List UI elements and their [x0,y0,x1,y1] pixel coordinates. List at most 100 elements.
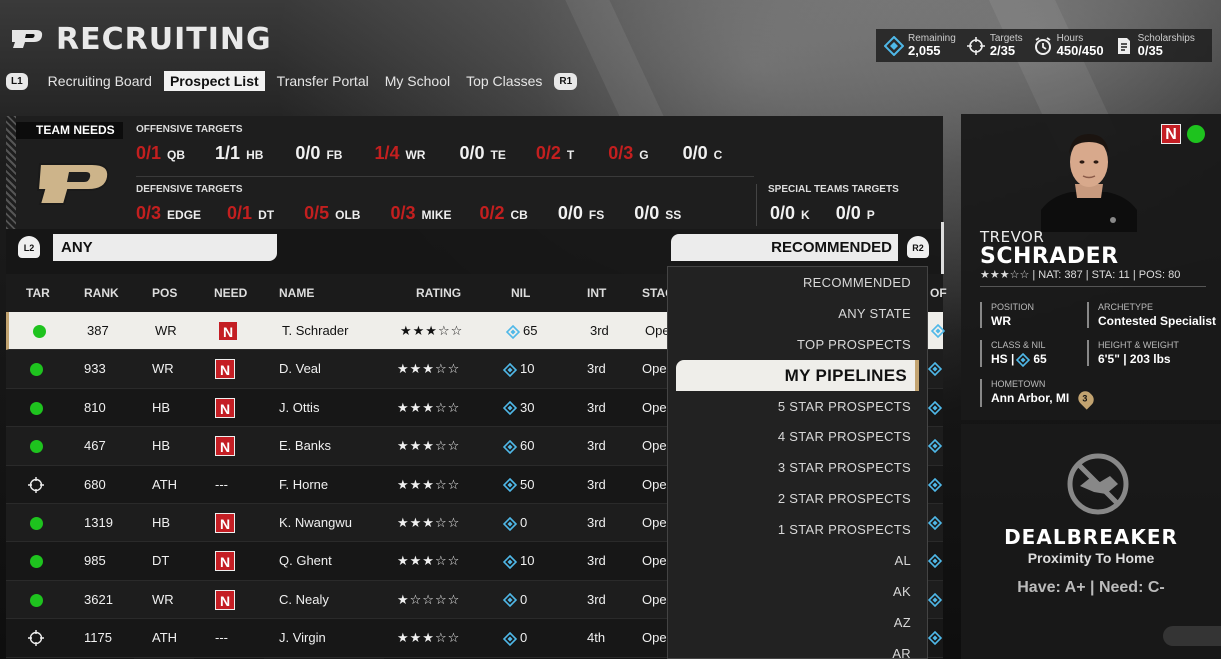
dropdown-item[interactable]: 5 STAR PROSPECTS [668,391,927,422]
col-rank[interactable]: RANK [84,274,119,312]
handshake-prohibited-icon [1067,453,1129,515]
r2-button[interactable]: R2 [907,236,929,258]
dropdown-item[interactable]: AL [668,545,927,576]
need-position: DT [258,208,275,222]
dropdown-item[interactable]: 3 STAR PROSPECTS [668,452,927,483]
target-dot-icon[interactable] [33,325,46,338]
l2-button[interactable]: L2 [18,236,40,258]
dropdown-item[interactable]: ANY STATE [668,298,927,329]
col-rating[interactable]: RATING [416,274,461,312]
r1-button[interactable]: R1 [554,72,578,90]
need-ss: 0/0 SS [634,203,681,224]
diamond-icon [503,401,517,416]
crosshair-icon[interactable] [27,629,45,647]
dropdown-item[interactable]: AK [668,576,927,607]
name-cell: F. Horne [279,476,329,492]
diamond-icon [503,478,517,493]
target-dot-icon[interactable] [30,401,43,415]
target-dot-icon[interactable] [30,555,43,569]
attr-value: HS | 65 [991,352,1047,367]
target-dot-icon[interactable] [30,363,43,377]
stat-scholarships: Scholarships 0/35 [1114,33,1195,58]
attr-position: POSITION WR [980,302,1034,328]
col-name[interactable]: NAME [279,274,314,312]
tab-top-classes[interactable]: Top Classes [458,73,550,89]
class-value: HS | [991,352,1015,366]
dropdown-item[interactable]: AR [668,638,927,658]
sort-filter-dropdown[interactable]: RECOMMENDED [671,234,898,261]
rank-cell: 1319 [84,514,113,530]
attr-label: HEIGHT & WEIGHT [1098,340,1179,350]
rank-cell: 810 [84,399,106,415]
dropdown-item[interactable]: MY PIPELINES [676,359,919,391]
need-count: 0/2 [479,203,505,223]
need-fs: 0/0 FS [558,203,604,224]
tab-recruiting-board[interactable]: Recruiting Board [40,73,160,89]
col-offers[interactable]: OF [930,274,947,312]
target-dot-icon[interactable] [30,516,43,530]
attr-label: ARCHETYPE [1098,302,1154,312]
need-olb: 0/5 OLB [304,203,360,224]
rating-stars: ★★★☆☆ [397,399,461,415]
need-badge: N [218,321,238,341]
need-qb: 0/1 QB [136,143,185,164]
offer-icon [928,400,942,415]
attr-value: Ann Arbor, MI 3 [991,388,1097,410]
dropdown-item[interactable]: RECOMMENDED [668,267,927,298]
dropdown-item[interactable]: 2 STAR PROSPECTS [668,483,927,514]
name-cell: T. Schrader [282,323,349,338]
tab-transfer-portal[interactable]: Transfer Portal [269,73,377,89]
divider [756,184,757,226]
col-int[interactable]: INT [587,274,606,312]
crosshair-icon[interactable] [27,476,45,494]
defensive-needs-row: 0/3 EDGE 0/1 DT 0/5 OLB 0/3 MIKE 0/2 CB 0/0 FS 0/0 SS [136,203,711,224]
offer-icon [931,324,945,338]
col-pos[interactable]: POS [152,274,177,312]
offensive-targets-label: OFFENSIVE TARGETS [136,124,243,135]
need-cb: 0/2 CB [479,203,527,224]
rating-stars: ★★★☆☆ [397,553,461,569]
col-need[interactable]: NEED [214,274,247,312]
special-needs-row: 0/0 K 0/0 P [770,203,905,224]
tab-my-school[interactable]: My School [377,73,458,89]
diamond-icon [503,439,517,454]
col-nil[interactable]: NIL [511,274,530,312]
team-needs-section: TEAM NEEDS OFFENSIVE TARGETS 0/1 QB 1/1 HB 0… [6,116,943,229]
offensive-needs-row: 0/1 QB 1/1 HB 0/0 FB 1/4 WR 0/0 TE 0/2 T 0/3 G 0/0 C [136,143,752,164]
rank-cell: 933 [84,361,106,377]
need-position: EDGE [167,208,202,222]
need-g: 0/3 G [608,143,648,164]
interest-cell: 3rd [590,323,609,338]
need-t: 0/2 T [536,143,574,164]
nil-cell: 0 [503,619,527,657]
nil-cell: 30 [503,389,534,427]
target-dot-icon[interactable] [30,593,43,607]
name-cell: J. Ottis [279,399,320,415]
position-cell: HB [152,438,171,454]
dropdown-item[interactable]: 1 STAR PROSPECTS [668,514,927,545]
need-position: WR [405,148,426,162]
position-filter[interactable]: ANY [53,234,277,261]
position-cell: HB [152,514,171,530]
col-tar[interactable]: TAR [26,274,50,312]
need-badge: N [215,436,235,457]
need-position: HB [246,148,264,162]
need-count: 0/1 [136,143,162,163]
scrollbar[interactable] [941,222,944,274]
l1-button[interactable]: L1 [6,72,28,90]
player-card: N TREVOR SCHRADER ★★★☆☆ | NAT: 387 | STA… [961,114,1221,420]
diamond-icon [503,362,517,377]
dropdown-item[interactable]: AZ [668,607,927,638]
nil-cell: 10 [503,542,534,580]
dropdown-item[interactable]: 4 STAR PROSPECTS [668,421,927,452]
tab-prospect-list[interactable]: Prospect List [163,71,265,91]
interest-cell: 3rd [587,514,606,530]
attr-hometown: HOMETOWN Ann Arbor, MI 3 [980,379,1097,410]
nil-cell: 65 [506,312,537,350]
nil-value: 0 [520,514,528,530]
controller-hint[interactable] [1163,626,1221,646]
target-dot-icon[interactable] [30,440,43,454]
rank-cell: 680 [84,476,106,492]
dropdown-item[interactable]: TOP PROSPECTS [668,329,927,360]
recruiting-stats: Remaining 2,055 Targets 2/35 Hours 450/450 … [876,29,1212,62]
